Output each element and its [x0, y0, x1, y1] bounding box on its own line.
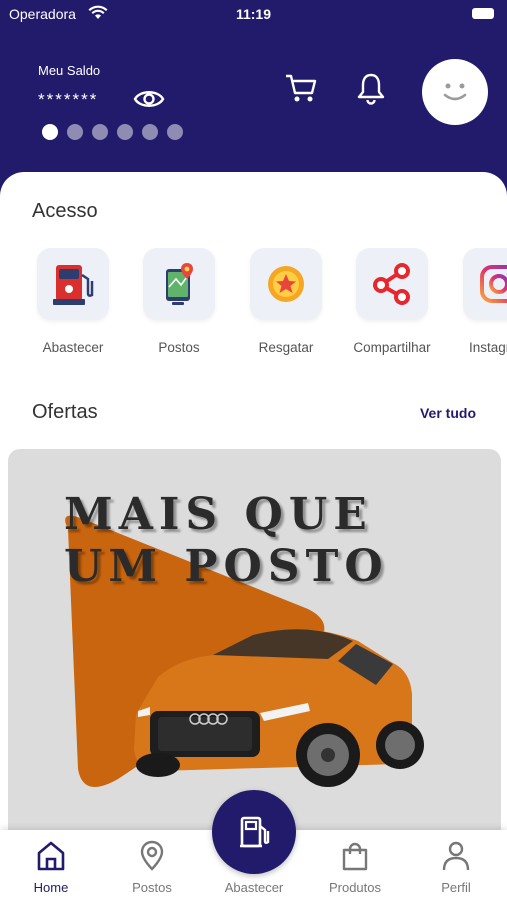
access-row[interactable]: Abastecer Postos Resgatar Compartilhar I… — [0, 248, 507, 368]
nav-postos[interactable]: Postos — [102, 840, 202, 895]
nav-label: Perfil — [441, 880, 471, 895]
access-tile[interactable] — [250, 248, 322, 320]
access-label: Compartilhar — [353, 340, 431, 355]
banner-line-2: UM POSTO — [64, 541, 389, 592]
carousel-dot[interactable] — [92, 124, 108, 140]
nav-label: Produtos — [328, 880, 382, 895]
carousel-dot[interactable] — [142, 124, 158, 140]
banner-headline: MAIS QUE UM POSTO — [64, 489, 389, 593]
carousel-dot[interactable] — [42, 124, 58, 140]
access-label: Postos — [158, 340, 200, 355]
offer-banner[interactable]: MAIS QUE UM POSTO — [8, 449, 501, 849]
shopping-bag-icon — [342, 842, 368, 871]
status-time: 11:19 — [235, 6, 272, 22]
carousel-dot[interactable] — [117, 124, 133, 140]
cart-icon[interactable] — [284, 72, 318, 104]
balance-value: ******* — [38, 90, 99, 109]
banner-line-1: MAIS QUE — [64, 489, 373, 540]
fuel-pump-icon — [53, 265, 94, 305]
smiley-icon — [443, 83, 467, 101]
access-tile[interactable] — [463, 248, 507, 320]
share-icon — [373, 263, 410, 305]
access-item-postos[interactable]: Postos — [124, 248, 234, 355]
avatar[interactable] — [422, 59, 488, 125]
access-tile[interactable] — [37, 248, 109, 320]
fab-label: Abastecer — [224, 880, 284, 895]
access-title: Acesso — [32, 200, 98, 222]
access-label: Instagram — [468, 340, 507, 355]
access-item-instagram[interactable]: Instagram — [444, 248, 507, 355]
carousel-dots — [42, 124, 183, 140]
fab-abastecer-button[interactable] — [212, 790, 296, 874]
access-item-resgatar[interactable]: Resgatar — [231, 248, 341, 355]
instagram-icon — [480, 265, 507, 303]
status-bar: Operadora 11:19 — [0, 0, 507, 30]
access-tile[interactable] — [143, 248, 215, 320]
nav-label: Postos — [132, 880, 172, 895]
offers-title: Ofertas — [32, 401, 98, 423]
fuel-icon — [240, 816, 270, 848]
see-all-link[interactable]: Ver tudo — [420, 405, 476, 421]
access-label: Resgatar — [258, 340, 314, 355]
carousel-dot[interactable] — [167, 124, 183, 140]
carousel-dot[interactable] — [67, 124, 83, 140]
header: Operadora 11:19 Meu Saldo ******* — [0, 0, 507, 200]
location-icon — [140, 840, 164, 871]
nav-perfil[interactable]: Perfil — [406, 840, 506, 895]
user-icon — [442, 841, 470, 871]
nav-home[interactable]: Home — [1, 840, 101, 895]
access-tile[interactable] — [356, 248, 428, 320]
access-label: Abastecer — [42, 340, 104, 355]
nav-produtos[interactable]: Produtos — [305, 840, 405, 895]
access-item-compartilhar[interactable]: Compartilhar — [337, 248, 447, 355]
access-item-abastecer[interactable]: Abastecer — [18, 248, 128, 355]
bell-icon[interactable] — [356, 71, 386, 105]
nav-label: Home — [33, 880, 69, 895]
map-pin-icon — [166, 263, 193, 305]
home-icon — [37, 841, 65, 871]
coin-icon — [268, 266, 304, 302]
battery-icon — [472, 8, 494, 19]
balance-label: Meu Saldo — [38, 63, 101, 78]
eye-icon[interactable] — [133, 86, 165, 112]
